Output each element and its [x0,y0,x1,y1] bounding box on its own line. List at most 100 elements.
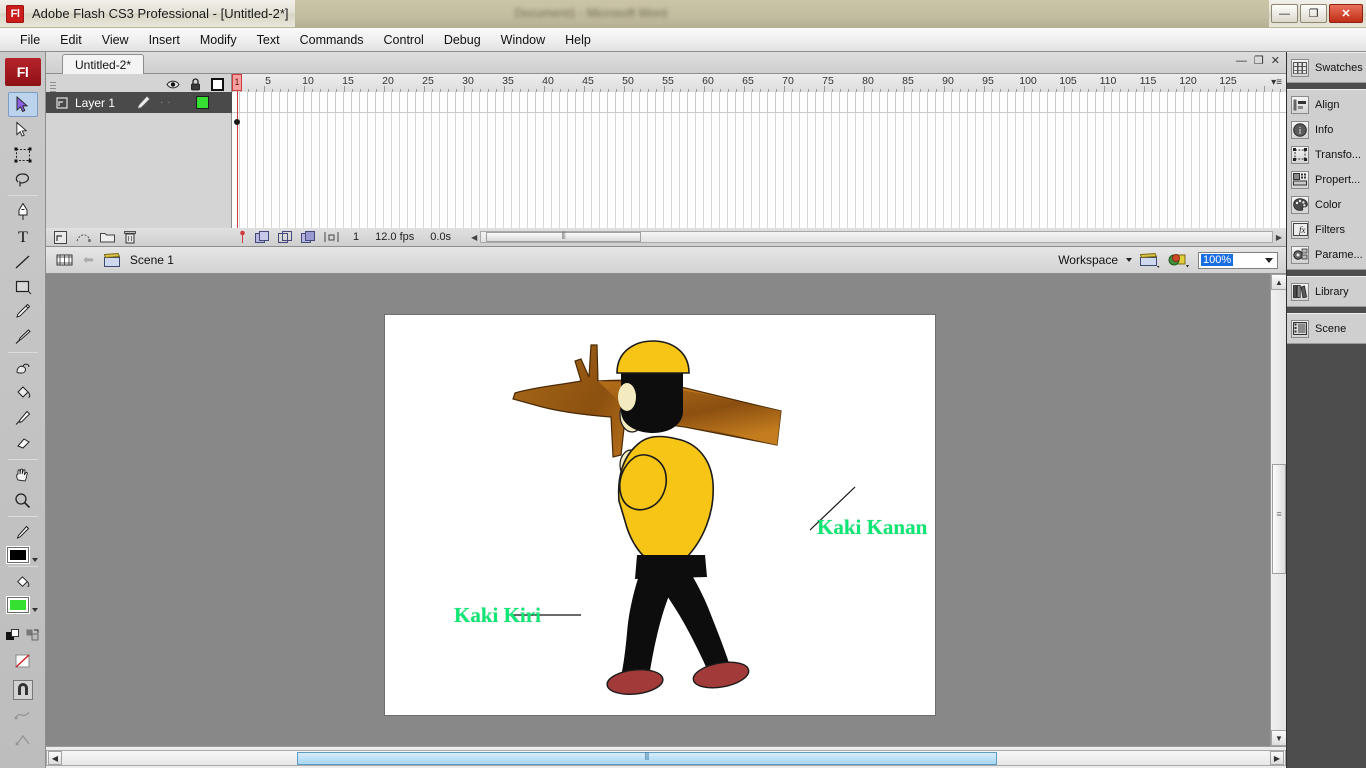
layer-outline-color-swatch[interactable] [196,96,209,109]
zoom-chevron-down-icon[interactable] [1265,257,1273,263]
panel-button-info[interactable]: i Info [1287,117,1366,142]
scene-name-label[interactable]: Scene 1 [130,253,174,267]
stage-scroll-up-arrow[interactable]: ▲ [1271,274,1286,290]
line-tool[interactable] [8,249,38,274]
bottom-scroll-left-arrow[interactable]: ◀ [48,751,62,765]
timeline-keyframe[interactable] [232,112,242,130]
bottom-scroll-right-arrow[interactable]: ▶ [1270,751,1284,765]
bottom-scroll-track[interactable] [46,750,1286,766]
menu-edit[interactable]: Edit [50,30,92,50]
fill-color-swatch[interactable] [7,597,29,613]
maximize-button[interactable]: ❐ [1300,4,1327,23]
label-kaki-kanan[interactable]: Kaki Kanan [817,515,927,540]
hand-tool[interactable] [8,463,38,488]
panel-button-transform[interactable]: Transfo... [1287,142,1366,167]
timeline-horizontal-scrollbar[interactable]: ◀ ▶ [471,231,1282,243]
ruler-label: 75 [822,75,834,87]
smooth-option[interactable] [8,702,38,727]
menu-file[interactable]: File [10,30,50,50]
stage-scroll-down-arrow[interactable]: ▼ [1271,730,1286,746]
subselection-tool[interactable] [8,117,38,142]
paint-bucket-tool[interactable] [8,381,38,406]
ruler-tick [1160,89,1161,92]
layer-lock-dot[interactable]: ·· [160,97,175,108]
workspace-chevron-down-icon[interactable] [1126,258,1132,262]
timeline-scroll-right-arrow[interactable]: ▶ [1276,233,1282,242]
canvas-work-area[interactable]: Kaki Kanan Kaki Kiri ▲ ▼ [46,274,1286,746]
snap-to-objects-option[interactable] [8,677,38,702]
panel-button-filters[interactable]: fx Filters [1287,217,1366,242]
menu-help[interactable]: Help [555,30,601,50]
timeline-scroll-left-arrow[interactable]: ◀ [471,233,477,242]
timeline-scroll-track[interactable] [480,231,1273,243]
timeline-panel-menu-icon[interactable]: ▾≡ [1271,77,1282,88]
zoom-level-combobox[interactable]: 100% [1198,251,1278,269]
deco-tool[interactable] [8,356,38,381]
brush-tool[interactable] [8,324,38,349]
menu-modify[interactable]: Modify [190,30,247,50]
bottom-scrollbar[interactable]: ◀ ▶ [46,746,1286,768]
document-restore-button[interactable]: ❐ [1254,56,1264,67]
fill-color-control[interactable] [6,597,40,613]
bottom-scroll-thumb[interactable] [297,752,997,765]
panel-button-parameters[interactable]: Parame... [1287,242,1366,267]
workspace-menu-label[interactable]: Workspace [1058,253,1118,267]
menu-window[interactable]: Window [491,30,555,50]
pen-tool[interactable] [8,199,38,224]
menu-insert[interactable]: Insert [139,30,190,50]
lasso-tool[interactable] [8,167,38,192]
add-motion-guide-icon [76,233,91,242]
stroke-color-control[interactable] [6,547,40,563]
pencil-tool[interactable] [8,299,38,324]
eraser-tool[interactable] [8,431,38,456]
stroke-color-caret-icon[interactable] [32,558,38,562]
minimize-button[interactable]: — [1271,4,1298,23]
timeline-frames-empty-area[interactable] [232,113,1286,229]
back-arrow-icon[interactable]: ⬅ [83,252,94,268]
menu-debug[interactable]: Debug [434,30,491,50]
close-button[interactable]: ✕ [1329,4,1363,23]
color-presets-row [5,623,40,648]
menu-view[interactable]: View [92,30,139,50]
edit-scene-icon[interactable] [1140,252,1160,268]
zoom-tool[interactable] [8,488,38,513]
panel-button-color[interactable]: Color [1287,192,1366,217]
timeline-layer-row[interactable]: Layer 1 ·· [46,92,232,113]
panel-button-properties[interactable]: Propert... [1287,167,1366,192]
menu-control[interactable]: Control [374,30,434,50]
panel-label-align: Align [1315,98,1340,111]
eyedropper-tool[interactable] [8,406,38,431]
panel-button-scene[interactable]: Scene [1287,316,1366,341]
selection-tool[interactable] [7,92,38,117]
stroke-color-swatch[interactable] [7,547,29,563]
frame-rate-readout[interactable]: 12.0 fps [375,231,414,243]
stage-vertical-scrollbar[interactable]: ▲ ▼ [1270,274,1286,746]
ruler-label: 55 [662,75,674,87]
timeline-toggle-icon[interactable] [56,252,73,268]
menu-text[interactable]: Text [247,30,290,50]
document-tab-untitled-2[interactable]: Untitled-2* [62,54,145,74]
timeline-frames-row[interactable] [232,92,1286,113]
stage[interactable]: Kaki Kanan Kaki Kiri [385,315,935,715]
straighten-option[interactable] [8,727,38,752]
document-minimize-button[interactable]: — [1236,56,1247,67]
title-bar-background-strip: Document1 - Microsoft Word [294,0,1269,28]
no-color-icon[interactable] [8,648,38,673]
panel-button-align[interactable]: Align [1287,92,1366,117]
ruler-tick [776,89,777,92]
timeline-scroll-thumb[interactable] [486,232,642,242]
zoom-level-value[interactable]: 100% [1201,254,1234,266]
panel-button-library[interactable]: Library [1287,279,1366,304]
label-kaki-kiri[interactable]: Kaki Kiri [454,603,541,628]
panel-button-swatches[interactable]: Swatches [1287,55,1366,80]
text-tool[interactable]: T [8,224,38,249]
fill-color-caret-icon[interactable] [32,608,38,612]
edit-symbols-icon[interactable] [1168,252,1190,268]
menu-commands[interactable]: Commands [290,30,374,50]
timeline-ruler[interactable]: 1510152025303540455055606570758085909510… [232,74,1286,92]
document-close-button[interactable]: ✕ [1271,56,1280,67]
timeline-playhead[interactable]: 1 [232,74,242,229]
stage-scroll-thumb[interactable] [1272,464,1286,574]
free-transform-tool[interactable] [8,142,38,167]
rectangle-tool[interactable] [8,274,38,299]
